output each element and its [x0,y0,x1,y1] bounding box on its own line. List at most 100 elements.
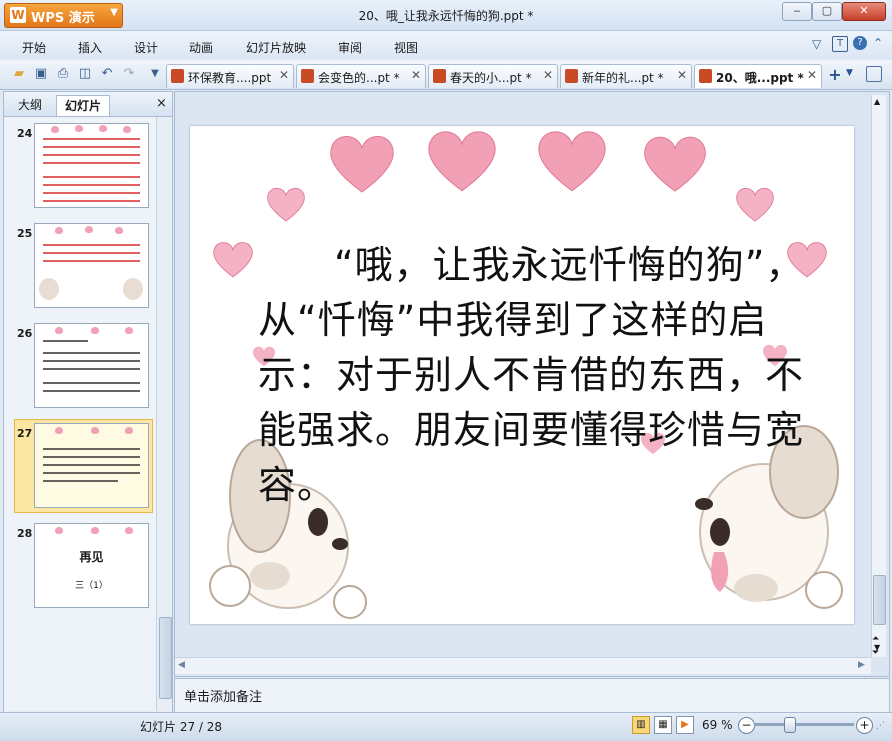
title-bar: W WPS 演示 ▼ 20、哦_让我永远忏悔的狗.ppt * ‒ ▢ ✕ [0,0,892,31]
thumbnail-number: 26 [17,327,33,340]
close-tab-icon[interactable]: ✕ [543,68,553,82]
close-tab-icon[interactable]: ✕ [279,68,289,82]
wps-logo-icon: W [10,7,26,23]
panel-tabs: 大纲 幻灯片 × [4,92,172,117]
menu-bar: 开始 插入 设计 动画 幻灯片放映 审阅 视图 ▽ T ? ⌃ [0,31,892,59]
customize-toolbar-icon[interactable]: ▼ [146,65,164,83]
slide-sorter-icon[interactable]: ▦ [654,716,672,734]
maximize-button[interactable]: ▢ [812,2,842,21]
thumbnail-number: 24 [17,127,33,140]
zoom-out-icon[interactable]: − [738,717,755,734]
scroll-left-icon[interactable]: ◀ [178,660,185,670]
heart-decoration [538,131,606,192]
zoom-in-icon[interactable]: + [856,717,873,734]
zoom-slider-handle[interactable] [784,717,796,733]
thumbnail-number: 28 [17,527,33,540]
menu-design[interactable]: 设计 [134,39,158,56]
next-slide-icon[interactable]: ⏷ [872,648,879,658]
print-icon[interactable]: ⎙ [54,65,72,83]
skin-icon[interactable]: T [832,36,848,52]
close-tab-icon[interactable]: ✕ [807,68,817,82]
doc-tab-3[interactable]: 春天的小...pt * ✕ [428,64,558,88]
ppt-file-icon [171,69,184,83]
tab-outline[interactable]: 大纲 [10,95,50,115]
window-title: 20、哦_让我永远忏悔的狗.ppt * [358,9,534,23]
doc-tab-1[interactable]: 环保教育....ppt ✕ [166,64,294,88]
heart-decoration [330,136,394,193]
doc-tab-4[interactable]: 新年的礼...pt * ✕ [560,64,692,88]
notes-placeholder: 单击添加备注 [184,690,263,705]
slide-thumbnail-26[interactable] [34,323,149,408]
normal-view-icon[interactable]: ▥ [632,716,650,734]
doc-tab-label: 新年的礼...pt * [582,71,664,85]
slide-thumbnail-27[interactable] [34,423,149,508]
tab-slides[interactable]: 幻灯片 [56,95,111,116]
slides-panel: 大纲 幻灯片 × 24 25 26 27 28 再见 三（1） [3,91,173,713]
save-icon[interactable]: ▣ [32,65,50,83]
ppt-file-icon [301,69,314,83]
menu-view[interactable]: 视图 [394,39,418,56]
scrollbar-thumb[interactable] [159,617,172,699]
menu-insert[interactable]: 插入 [78,39,102,56]
thumbnail-caption: 三（1） [75,581,108,591]
print-preview-icon[interactable]: ◫ [76,65,94,83]
doc-tab-label: 春天的小...pt * [450,71,532,85]
ppt-file-icon [433,69,446,83]
close-tab-icon[interactable]: ✕ [411,68,421,82]
doc-tab-label: 环保教育....ppt [188,71,272,85]
help-icon[interactable]: ? [853,36,867,50]
minimize-button[interactable]: ‒ [782,2,812,21]
slideshow-icon[interactable]: ▶ [676,716,694,734]
app-name: WPS 演示 [31,11,95,26]
redo-icon[interactable]: ↷ [120,65,138,83]
new-tab-icon[interactable]: + [826,66,844,84]
open-folder-icon[interactable]: ▰ [10,65,28,83]
scroll-up-icon[interactable]: ▲ [874,97,880,106]
ppt-file-icon [699,69,712,83]
chevron-down-icon: ▼ [110,7,118,18]
chevron-down-icon[interactable]: ▽ [812,37,821,51]
minimize-ribbon-icon[interactable]: ⌃ [873,36,883,50]
notes-pane[interactable]: 单击添加备注 [174,678,890,714]
slide-thumbnail-25[interactable] [34,223,149,308]
horizontal-scrollbar[interactable]: ◀ ▶ [175,657,871,674]
doc-tab-label: 会变色的...pt * [318,71,400,85]
status-bar: 幻灯片 27 / 28 ▥ ▦ ▶ 69 % − + ⋰ [0,712,892,741]
app-menu-button[interactable]: W WPS 演示 ▼ [4,3,123,28]
scroll-right-icon[interactable]: ▶ [858,660,865,670]
heart-decoration [267,187,305,222]
menu-home[interactable]: 开始 [22,39,46,56]
thumbnail-scrollbar[interactable] [156,117,172,711]
doc-tab-label: 20、哦...ppt * [716,71,804,85]
slide-thumbnail-24[interactable] [34,123,149,208]
zoom-level[interactable]: 69 % [702,718,733,732]
thumbnail-title: 再见 [79,550,104,564]
chevron-down-icon[interactable]: ▼ [846,68,853,78]
heart-decoration [736,187,774,222]
vertical-scrollbar[interactable]: ▲ ▼ [871,95,886,657]
slide-thumbnail-28[interactable]: 再见 三（1） [34,523,149,608]
resize-grip-icon[interactable]: ⋰ [876,721,885,731]
slide-body-text[interactable]: “哦，让我永远忏悔的狗”，从“忏悔”中我得到了这样的启示：对于别人不肯借的东西，… [258,238,818,513]
ppt-file-icon [565,69,578,83]
undo-icon[interactable]: ↶ [98,65,116,83]
doc-tab-2[interactable]: 会变色的...pt * ✕ [296,64,426,88]
close-panel-icon[interactable]: × [156,96,167,111]
zoom-slider-track[interactable] [754,723,854,726]
previous-slide-icon[interactable]: ⏶ [872,634,879,644]
document-tab-bar: ▰ ▣ ⎙ ◫ ↶ ↷ ▼ 环保教育....ppt ✕ 会变色的...pt * … [0,60,892,90]
close-tab-icon[interactable]: ✕ [677,68,687,82]
heart-decoration [428,131,496,192]
close-button[interactable]: ✕ [842,2,886,21]
thumbnail-number: 25 [17,227,33,240]
window-layout-icon[interactable] [866,66,882,82]
heart-decoration [644,136,706,192]
slide-canvas[interactable]: “哦，让我永远忏悔的狗”，从“忏悔”中我得到了这样的启示：对于别人不肯借的东西，… [190,126,854,624]
doc-tab-5-active[interactable]: 20、哦...ppt * ✕ [694,64,822,88]
slide-counter: 幻灯片 27 / 28 [140,720,223,734]
menu-review[interactable]: 审阅 [338,39,362,56]
menu-animation[interactable]: 动画 [189,39,213,56]
scrollbar-thumb[interactable] [873,575,886,625]
menu-slideshow[interactable]: 幻灯片放映 [246,39,306,56]
thumbnail-list: 24 25 26 27 28 再见 三（1） [4,117,156,711]
